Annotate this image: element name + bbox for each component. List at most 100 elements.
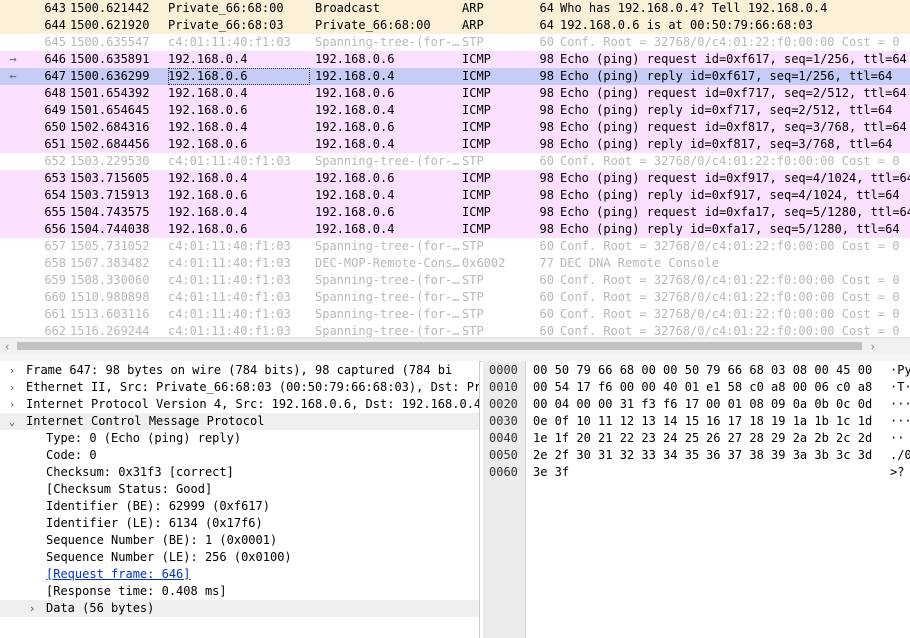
hex-offset: 0020 [489, 397, 518, 411]
detail-tree-item[interactable]: Identifier (LE): 6134 (0x17f6) [0, 515, 479, 532]
packet-row[interactable]: 650 1502.684316 192.168.0.4 192.168.0.6 ICMP… [0, 119, 910, 136]
detail-tree-item[interactable]: Checksum: 0x31f3 [correct] [0, 464, 479, 481]
scrollbar-thumb[interactable] [17, 342, 862, 350]
hex-offset: 0050 [489, 448, 518, 462]
packet-protocol: ICMP [462, 120, 491, 134]
packet-row[interactable]: 658 1507.383482 c4:01:11:40:f1:03 DEC-MOP-R… [0, 255, 910, 272]
packet-row[interactable]: 662 1516.269244 c4:01:11:40:f1:03 Spanning-… [0, 323, 910, 337]
packet-length: 98 [539, 222, 554, 236]
packet-source: c4:01:11:40:f1:03 [168, 273, 291, 287]
detail-text: Frame 647: 98 bytes on wire (784 bits), … [26, 363, 453, 377]
hex-ascii: >? [890, 465, 905, 479]
packet-row[interactable]: 657 1505.731052 c4:01:11:40:f1:03 Spanning-… [0, 238, 910, 255]
packet-length: 98 [539, 205, 554, 219]
packet-details-tree[interactable]: › Frame 647: 98 bytes on wire (784 bits),… [0, 361, 480, 638]
packet-protocol: STP [462, 35, 484, 49]
packet-row[interactable]: ← 647 1500.636299 192.168.0.6 192.168.0.4 ICM… [0, 68, 910, 85]
packet-time: 1513.603116 [70, 307, 150, 321]
packet-protocol: ICMP [462, 86, 491, 100]
packet-row[interactable]: 661 1513.603116 c4:01:11:40:f1:03 Spanning-… [0, 306, 910, 323]
packet-source: c4:01:11:40:f1:03 [168, 239, 291, 253]
detail-text: Identifier (BE): 62999 (0xf617) [46, 499, 270, 513]
collapsed-chevron-icon[interactable]: › [6, 379, 18, 396]
collapsed-chevron-icon[interactable]: › [6, 362, 18, 379]
packet-info: Echo (ping) request id=0xf817, seq=3/768… [560, 120, 907, 134]
packet-destination: 192.168.0.6 [315, 205, 395, 219]
packet-row[interactable]: 652 1503.229530 c4:01:11:40:f1:03 Spanning-… [0, 153, 910, 170]
detail-tree-item[interactable]: › Data (56 bytes) [0, 600, 479, 617]
packet-info: Echo (ping) request id=0xf617, seq=1/256… [560, 52, 907, 66]
packet-destination: Private_66:68:00 [315, 18, 431, 32]
packet-row[interactable]: 659 1508.330060 c4:01:11:40:f1:03 Spanning-… [0, 272, 910, 289]
hex-ascii: ··· [890, 397, 910, 411]
detail-text: Checksum: 0x31f3 [correct] [46, 465, 234, 479]
packet-list[interactable]: 643 1500.621442 Private_66:68:00 Broadcast A… [0, 0, 910, 337]
packet-destination: 192.168.0.6 [315, 86, 395, 100]
packet-number: 651 [44, 137, 66, 151]
detail-text: Sequence Number (BE): 1 (0x0001) [46, 533, 278, 547]
hex-bytes-first-half: 00 04 00 00 31 f3 f6 17 [533, 397, 700, 411]
packet-number: 648 [44, 86, 66, 100]
packet-row[interactable]: 649 1501.654645 192.168.0.6 192.168.0.4 ICMP… [0, 102, 910, 119]
detail-tree-item[interactable]: Identifier (BE): 62999 (0xf617) [0, 498, 479, 515]
packet-row[interactable]: 644 1500.621920 Private_66:68:03 Private_66… [0, 17, 910, 34]
hex-row[interactable]: 0040 1e 1f 20 21 22 23 24 25 26 27 28 29 2… [483, 430, 910, 447]
detail-tree-item[interactable]: [Request frame: 646] [0, 566, 479, 583]
packet-length: 60 [539, 273, 554, 287]
packet-row[interactable]: 648 1501.654392 192.168.0.4 192.168.0.6 ICMP… [0, 85, 910, 102]
packet-time: 1503.229530 [70, 154, 150, 168]
packet-bytes-pane[interactable]: 0000 00 50 79 66 68 00 00 50 79 66 68 03 0… [483, 361, 910, 638]
packet-protocol: STP [462, 273, 484, 287]
packet-row[interactable]: → 646 1500.635891 192.168.0.4 192.168.0.6 ICM… [0, 51, 910, 68]
detail-tree-item[interactable]: Type: 0 (Echo (ping) reply) [0, 430, 479, 447]
collapsed-chevron-icon[interactable]: › [26, 600, 38, 617]
hex-row[interactable]: 0020 00 04 00 00 31 f3 f6 17 00 01 08 09 0… [483, 396, 910, 413]
hex-row[interactable]: 0000 00 50 79 66 68 00 00 50 79 66 68 03 0… [483, 362, 910, 379]
packet-info: Echo (ping) request id=0xf717, seq=2/512… [560, 86, 907, 100]
packet-row[interactable]: 654 1503.715913 192.168.0.6 192.168.0.4 ICMP… [0, 187, 910, 204]
detail-text: Ethernet II, Src: Private_66:68:03 (00:5… [26, 380, 479, 394]
packet-info: Conf. Root = 32768/0/c4:01:22:f0:00:00 C… [560, 324, 900, 337]
detail-tree-item[interactable]: › Ethernet II, Src: Private_66:68:03 (00:… [0, 379, 479, 396]
packet-number: 661 [44, 307, 66, 321]
packet-row[interactable]: 645 1500.635547 c4:01:11:40:f1:03 Spanning-… [0, 34, 910, 51]
detail-tree-item[interactable]: [Response time: 0.408 ms] [0, 583, 479, 600]
hex-row[interactable]: 0060 3e 3f >? [483, 464, 910, 481]
expanded-chevron-icon[interactable]: ⌄ [6, 413, 18, 430]
packet-row[interactable]: 660 1510.980898 c4:01:11:40:f1:03 Spanning-… [0, 289, 910, 306]
packet-number: 657 [44, 239, 66, 253]
collapsed-chevron-icon[interactable]: › [6, 396, 18, 413]
packet-row[interactable]: 651 1502.684456 192.168.0.6 192.168.0.4 ICMP… [0, 136, 910, 153]
detail-tree-item[interactable]: Code: 0 [0, 447, 479, 464]
scroll-left-arrow-icon[interactable]: ‹ [4, 340, 11, 353]
hex-offset: 0060 [489, 465, 518, 479]
packet-list-horizontal-scrollbar[interactable]: ‹ › [0, 337, 910, 355]
request-frame-link[interactable]: [Request frame: 646] [46, 566, 191, 583]
hex-row[interactable]: 0030 0e 0f 10 11 12 13 14 15 16 17 18 19 1… [483, 413, 910, 430]
packet-row[interactable]: 643 1500.621442 Private_66:68:00 Broadcast A… [0, 0, 910, 17]
packet-time: 1503.715605 [70, 171, 150, 185]
hex-row[interactable]: 0050 2e 2f 30 31 32 33 34 35 36 37 38 39 3… [483, 447, 910, 464]
packet-destination: DEC-MOP-Remote-Cons… [315, 256, 460, 270]
detail-tree-item[interactable]: ⌄ Internet Control Message Protocol [0, 413, 479, 430]
detail-tree-item[interactable]: › Internet Protocol Version 4, Src: 192.1… [0, 396, 479, 413]
detail-tree-item[interactable]: [Checksum Status: Good] [0, 481, 479, 498]
packet-info: Conf. Root = 32768/0/c4:01:22:f0:00:00 C… [560, 273, 900, 287]
detail-tree-item[interactable]: Sequence Number (BE): 1 (0x0001) [0, 532, 479, 549]
detail-tree-item[interactable]: Sequence Number (LE): 256 (0x0100) [0, 549, 479, 566]
detail-text: [Checksum Status: Good] [46, 482, 213, 496]
detail-tree-item[interactable]: › Frame 647: 98 bytes on wire (784 bits),… [0, 362, 479, 379]
detail-text: Sequence Number (LE): 256 (0x0100) [46, 550, 292, 564]
packet-row[interactable]: 656 1504.744038 192.168.0.6 192.168.0.4 ICMP… [0, 221, 910, 238]
packet-info: Echo (ping) reply id=0xf917, seq=4/1024,… [560, 188, 900, 202]
packet-protocol: ICMP [462, 171, 491, 185]
packet-row[interactable]: 655 1504.743575 192.168.0.4 192.168.0.6 ICMP… [0, 204, 910, 221]
hex-row[interactable]: 0010 00 54 17 f6 00 00 40 01 e1 58 c0 a8 0… [483, 379, 910, 396]
hex-bytes-first-half: 3e 3f [533, 465, 570, 479]
packet-row[interactable]: 653 1503.715605 192.168.0.4 192.168.0.6 ICMP… [0, 170, 910, 187]
packet-source: Private_66:68:03 [168, 18, 284, 32]
hex-bytes-first-half: 0e 0f 10 11 12 13 14 15 [533, 414, 700, 428]
packet-number: 647 [44, 69, 66, 83]
scroll-right-arrow-icon[interactable]: › [869, 340, 876, 353]
hex-ascii: ./0 [890, 448, 910, 462]
